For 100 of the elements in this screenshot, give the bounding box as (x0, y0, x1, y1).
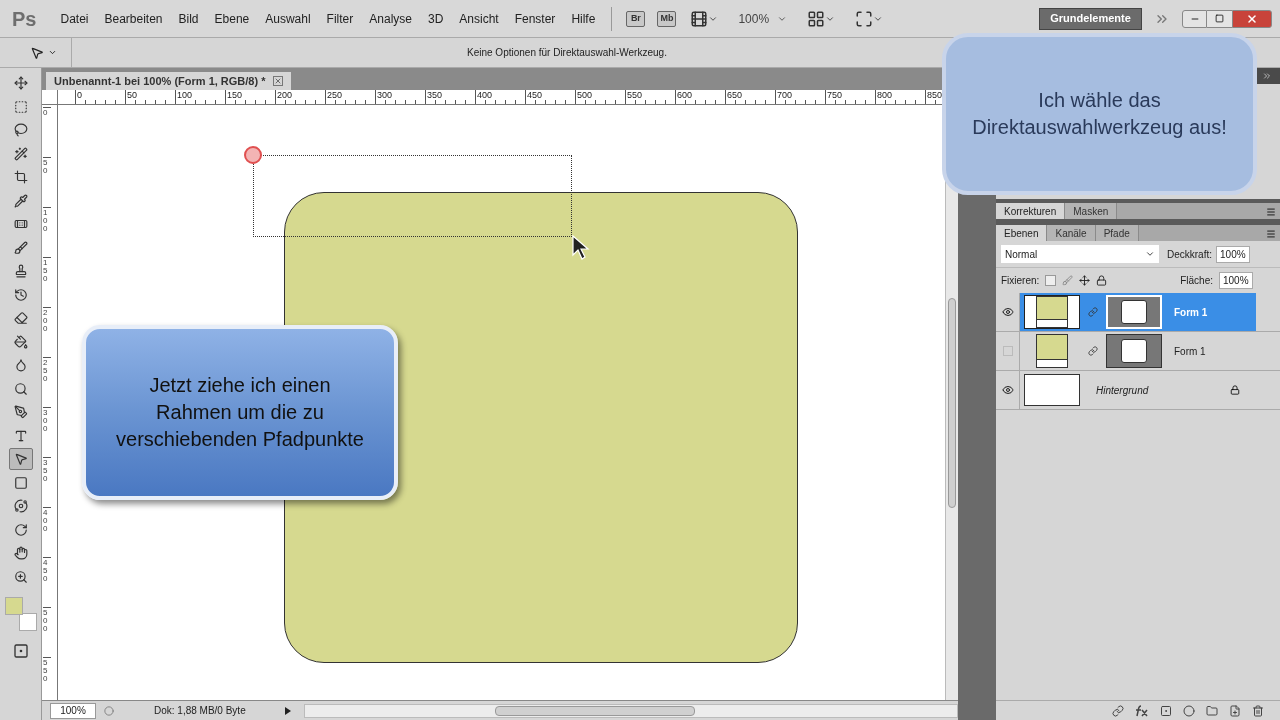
status-icon (104, 705, 114, 716)
ruler-label: 150 (43, 257, 51, 283)
ruler-label: 500 (43, 607, 51, 633)
caret-icon[interactable] (48, 48, 57, 57)
menu-item[interactable]: Filter (318, 9, 362, 28)
minimize-button[interactable] (1182, 9, 1207, 28)
menu-item[interactable]: 3D (420, 9, 452, 28)
arrange-button[interactable] (807, 9, 836, 28)
ruler-label: 350 (43, 457, 51, 483)
workspace-button[interactable]: Grundelemente (1039, 7, 1142, 30)
fill-label: Fläche: (1180, 274, 1213, 288)
panel-tab[interactable]: Ebenen (996, 225, 1048, 241)
chain-link-icon[interactable] (1088, 346, 1098, 356)
lock-icon (1230, 385, 1240, 395)
delete-icon[interactable] (1252, 704, 1264, 717)
cursor-icon (572, 235, 592, 261)
overlay-callout-text: Ich wähle das Direktauswahlwerkzeug aus! (971, 88, 1228, 140)
ruler-label: 300 (375, 90, 393, 101)
ruler-label: 50 (43, 157, 51, 175)
layer-name: Form 1 (1174, 305, 1208, 320)
panel-tab[interactable]: Kanäle (1047, 225, 1096, 241)
zoom-dropdown[interactable]: 100% (738, 9, 788, 28)
close-icon[interactable] (273, 76, 284, 86)
blend-mode-dropdown[interactable]: Normal (1001, 245, 1159, 263)
fill-field[interactable]: 100% (1219, 272, 1253, 289)
ruler-label: 400 (475, 90, 493, 101)
ruler-label: 500 (575, 90, 593, 101)
layer-name: Form 1 (1174, 344, 1206, 359)
ruler-label: 550 (43, 657, 51, 683)
new-layer-icon[interactable] (1229, 704, 1241, 717)
ruler-label: 50 (125, 90, 137, 101)
layer-thumbnail (1024, 295, 1080, 329)
app-launch-button[interactable]: Mb (657, 10, 677, 27)
layer-style-icon[interactable] (1135, 704, 1149, 717)
pointer-tool-icon[interactable] (30, 45, 44, 60)
ruler-label: 400 (43, 507, 51, 533)
document-info: Dok: 1,88 MB/0 Byte (154, 704, 247, 718)
menu-item[interactable]: Bearbeiten (96, 9, 171, 28)
quick-mask-icon[interactable] (12, 643, 29, 659)
ruler-label: 550 (625, 90, 643, 101)
panel-tab[interactable]: Masken (1065, 203, 1118, 219)
close-button[interactable] (1232, 9, 1272, 28)
menu-item[interactable]: Ansicht (451, 9, 507, 28)
ruler-label: 100 (175, 90, 193, 101)
app-launch-button[interactable]: Br (626, 10, 646, 27)
ruler-label: 600 (675, 90, 693, 101)
menu-item[interactable]: Datei (52, 9, 97, 28)
options-message: Keine Optionen für Direktauswahl-Werkzeug. (467, 46, 667, 60)
menu-item[interactable]: Bild (170, 9, 207, 28)
pointer-tool-icon[interactable] (8, 448, 33, 470)
screen-mode-button[interactable] (855, 9, 884, 28)
ruler-label: 350 (425, 90, 443, 101)
panel-tab[interactable]: Korrekturen (996, 203, 1066, 219)
horizontal-scrollbar[interactable] (304, 703, 958, 718)
foreground-color-swatch[interactable] (4, 597, 23, 615)
expand-arrow-icon[interactable] (284, 705, 292, 716)
opacity-field[interactable]: 100% (1216, 245, 1250, 263)
ruler-label: 250 (325, 90, 343, 101)
ruler-label: 700 (775, 90, 793, 101)
caret-icon (1145, 249, 1155, 259)
adjustment-layer-icon[interactable] (1183, 704, 1195, 717)
ruler-label: 100 (43, 207, 51, 233)
chain-link-icon[interactable] (1088, 307, 1098, 317)
opacity-label: Deckkraft: (1167, 247, 1212, 262)
expand-icon[interactable] (1262, 71, 1272, 81)
new-group-icon[interactable] (1206, 704, 1218, 717)
ruler-label: 750 (825, 90, 843, 101)
ruler-label: 250 (43, 357, 51, 383)
background-color-swatch[interactable] (18, 613, 37, 631)
lock-label: Fixieren: (1001, 274, 1040, 288)
ruler-label: 0 (75, 90, 82, 101)
layer-thumbnail (1024, 374, 1080, 406)
view-extras-button[interactable] (690, 9, 719, 28)
app-logo: Ps (12, 6, 37, 32)
click-highlight (244, 146, 262, 164)
panel-tab[interactable]: Pfade (1095, 225, 1139, 241)
close-icon (1246, 12, 1258, 25)
lock-move-icon[interactable] (1079, 275, 1091, 286)
menu-item[interactable]: Hilfe (563, 9, 604, 28)
panel-menu-icon[interactable] (1266, 229, 1276, 239)
ruler-label: 650 (725, 90, 743, 101)
vector-mask-thumbnail (1106, 295, 1162, 329)
menu-item[interactable]: Ebene (206, 9, 258, 28)
ruler-label: 0 (43, 107, 51, 117)
menu-item[interactable]: Fenster (506, 9, 564, 28)
maximize-button[interactable] (1207, 9, 1232, 28)
layer-name: Hintergrund (1096, 383, 1149, 398)
lock-icon[interactable] (1096, 275, 1108, 286)
menu-item[interactable]: Analyse (361, 9, 420, 28)
ruler-label: 150 (225, 90, 243, 101)
panel-menu-icon[interactable] (1266, 207, 1276, 217)
add-mask-icon[interactable] (1160, 704, 1172, 717)
ruler-label: 200 (275, 90, 293, 101)
link-layers-icon[interactable] (1112, 704, 1124, 717)
ruler-label: 300 (43, 407, 51, 433)
vector-mask-thumbnail (1106, 334, 1162, 368)
zoom-level[interactable]: 100% (50, 702, 96, 719)
menu-item[interactable]: Auswahl (257, 9, 319, 28)
ruler-label: 200 (43, 307, 51, 333)
document-tab[interactable]: Unbenannt-1 bei 100% (Form 1, RGB/8) * (46, 72, 292, 90)
